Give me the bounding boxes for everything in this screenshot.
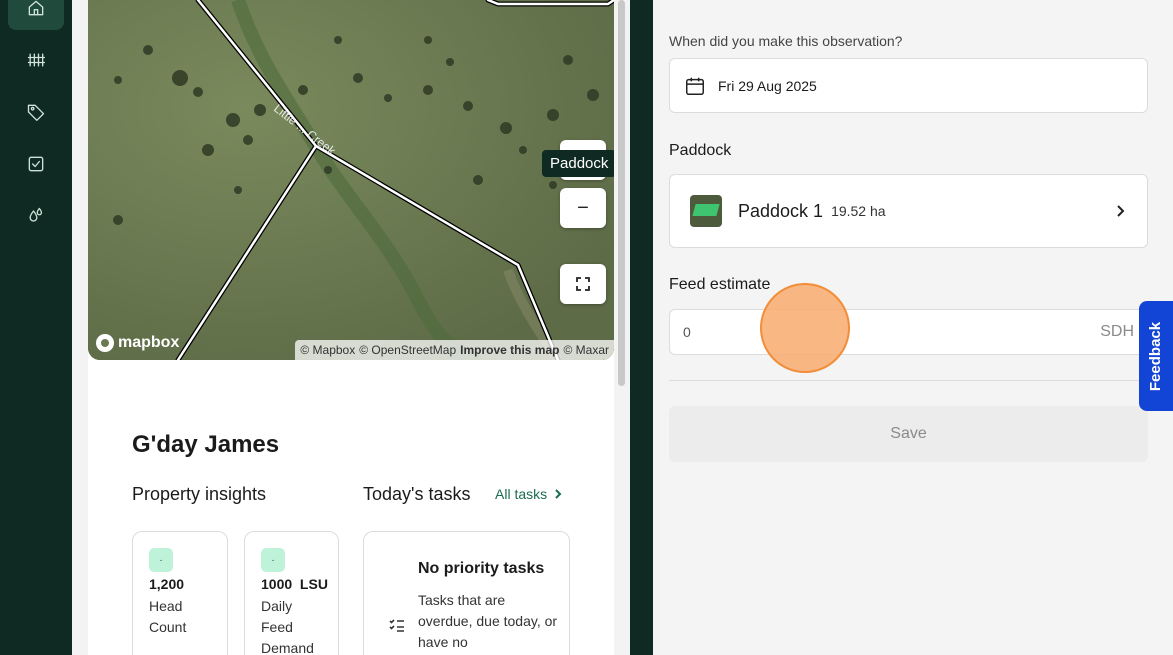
scrollbar-thumb[interactable] [618,0,625,386]
task-card-title: No priority tasks [418,560,545,577]
paddock-tooltip: Paddock [542,150,617,177]
task-card-description: Tasks that are overdue, due today, or ha… [418,592,558,650]
feedback-label: Feedback [1147,321,1165,391]
date-question-label: When did you make this observation? [669,33,903,49]
sidebar-item-home[interactable] [8,0,64,30]
date-picker[interactable]: Fri 29 Aug 2025 [669,58,1148,113]
map-attribution: © Mapbox © OpenStreetMap Improve this ma… [295,340,614,360]
section-divider [669,380,1148,381]
sidebar-item-tags[interactable] [8,90,64,134]
priority-tasks-card: No priority tasks Tasks that are overdue… [363,531,570,655]
todays-tasks-title: Today's tasks [363,484,471,504]
sidebar-item-tasks[interactable] [8,142,64,186]
drops-icon [29,207,43,222]
greeting-heading: G'day James [132,431,280,458]
paddock-selector[interactable]: Paddock 1 19.52 ha [669,174,1148,248]
paddock-heading: Paddock [669,142,732,159]
attribution-osm[interactable]: © OpenStreetMap [359,343,456,357]
zoom-out-button[interactable]: − [560,188,606,228]
insight-card-head-count[interactable]: · 1,200 Head Count [132,531,228,655]
click-indicator [760,283,850,373]
feed-estimate-field[interactable]: SDH [669,309,1148,355]
map[interactable]: Little ... Creek − mapbox © Mapbox © Ope… [88,0,614,360]
insight-chip: · [149,548,173,572]
sidebar [0,0,72,655]
insight-label: Daily Feed Demand [261,598,314,655]
insight-label: Head Count [149,598,187,635]
insight-chip: · [261,548,285,572]
fullscreen-button[interactable] [560,264,606,304]
task-checkbox-icon [28,156,44,172]
property-insights-title: Property insights [132,484,267,504]
calendar-icon [686,77,704,95]
mapbox-logo-text: mapbox [118,334,180,351]
feed-estimate-heading: Feed estimate [669,276,771,293]
attribution-mapbox[interactable]: © Mapbox [300,343,355,357]
mapbox-logo-icon [96,334,114,352]
fence-icon [27,53,45,67]
expand-icon [576,277,590,291]
tag-icon [27,104,45,122]
sidebar-item-paddocks[interactable] [8,38,64,82]
mapbox-logo[interactable]: mapbox [96,334,179,352]
insight-value: 1000 LSU [261,576,328,592]
all-tasks-link[interactable]: All tasks [495,486,563,502]
feed-estimate-input[interactable] [683,324,1101,340]
feedback-button[interactable]: Feedback [1139,301,1173,411]
panel-divider [645,0,653,655]
feed-unit: SDH [1100,323,1134,340]
insight-value: 1,200 [149,576,185,592]
paddock-thumbnail [690,195,722,227]
date-value: Fri 29 Aug 2025 [718,77,817,94]
chevron-right-icon [555,489,562,499]
insight-card-feed-demand[interactable]: · 1000 LSU Daily Feed Demand [244,531,339,655]
paddock-area: 19.52 ha [831,203,886,219]
chevron-right-icon [1113,204,1127,218]
save-button[interactable]: Save [669,406,1148,462]
home-icon [28,0,44,16]
sidebar-item-water[interactable] [8,194,64,238]
paddock-name: Paddock 1 [738,200,824,221]
zoom-out-label: − [577,196,589,219]
all-tasks-label: All tasks [495,486,548,502]
checklist-icon [388,616,406,634]
improve-map-link[interactable]: Improve this map [460,343,559,357]
satellite-imagery: Little ... Creek [88,0,614,360]
attribution-maxar[interactable]: © Maxar [563,343,609,357]
